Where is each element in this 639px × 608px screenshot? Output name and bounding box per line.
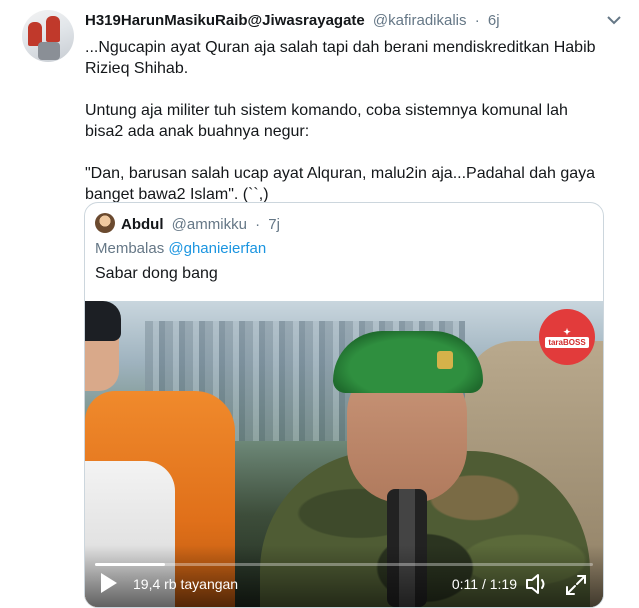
dot-separator: · — [474, 12, 480, 29]
video-player[interactable]: ✦ taraBOSS 19,4 rb tayangan 0:11 / 1:19 — [85, 301, 603, 607]
video-time: 0:11 / 1:19 — [451, 576, 517, 592]
logo-mark: ✦ — [563, 326, 571, 337]
beret-badge — [437, 351, 453, 369]
handle[interactable]: @kafiradikalis — [373, 12, 467, 29]
quoted-header: Abdul @ammikku · 7j — [95, 213, 280, 235]
quoted-display-name[interactable]: Abdul — [121, 216, 164, 233]
quoted-avatar[interactable] — [95, 213, 115, 233]
display-name[interactable]: H319HarunMasikuRaib@Jiwasrayagate — [85, 12, 365, 29]
tweet: H319HarunMasikuRaib@Jiwasrayagate @kafir… — [0, 0, 639, 608]
tweet-paragraph: "Dan, barusan salah ucap ayat Alquran, m… — [85, 165, 596, 203]
reply-prefix: Membalas — [95, 240, 165, 257]
tweet-paragraph: ...Ngucapin ayat Quran aja salah tapi da… — [85, 39, 596, 77]
quoted-tweet[interactable]: Abdul @ammikku · 7j Membalas @ghanieierf… — [84, 202, 604, 608]
video-person-cap — [85, 301, 121, 341]
view-count: 19,4 rb tayangan — [133, 576, 239, 592]
tweet-text: ...Ngucapin ayat Quran aja salah tapi da… — [85, 37, 605, 205]
reply-context: Membalas @ghanieierfan — [95, 240, 266, 257]
timestamp[interactable]: 6j — [488, 12, 500, 29]
quoted-timestamp[interactable]: 7j — [268, 216, 280, 233]
avatar[interactable] — [22, 10, 74, 62]
quoted-handle[interactable]: @ammikku — [172, 216, 247, 233]
volume-icon[interactable] — [525, 572, 551, 596]
channel-logo: ✦ taraBOSS — [539, 309, 595, 365]
avatar-figure — [46, 16, 60, 42]
progress-bar[interactable] — [95, 563, 593, 566]
quoted-text: Sabar dong bang — [95, 265, 218, 282]
reply-mention-link[interactable]: @ghanieierfan — [168, 240, 266, 257]
play-icon[interactable] — [101, 573, 117, 593]
fullscreen-icon[interactable] — [565, 574, 587, 596]
video-soldier-beret — [333, 331, 483, 393]
tweet-paragraph: Untung aja militer tuh sistem komando, c… — [85, 102, 568, 140]
video-controls: 19,4 rb tayangan 0:11 / 1:19 — [85, 545, 603, 607]
avatar-figure — [38, 42, 60, 60]
dot-separator: · — [255, 216, 261, 233]
progress-fill — [95, 563, 165, 566]
tweet-header: H319HarunMasikuRaib@Jiwasrayagate @kafir… — [85, 12, 621, 34]
logo-text: taraBOSS — [545, 336, 589, 348]
chevron-down-icon[interactable] — [607, 12, 621, 28]
